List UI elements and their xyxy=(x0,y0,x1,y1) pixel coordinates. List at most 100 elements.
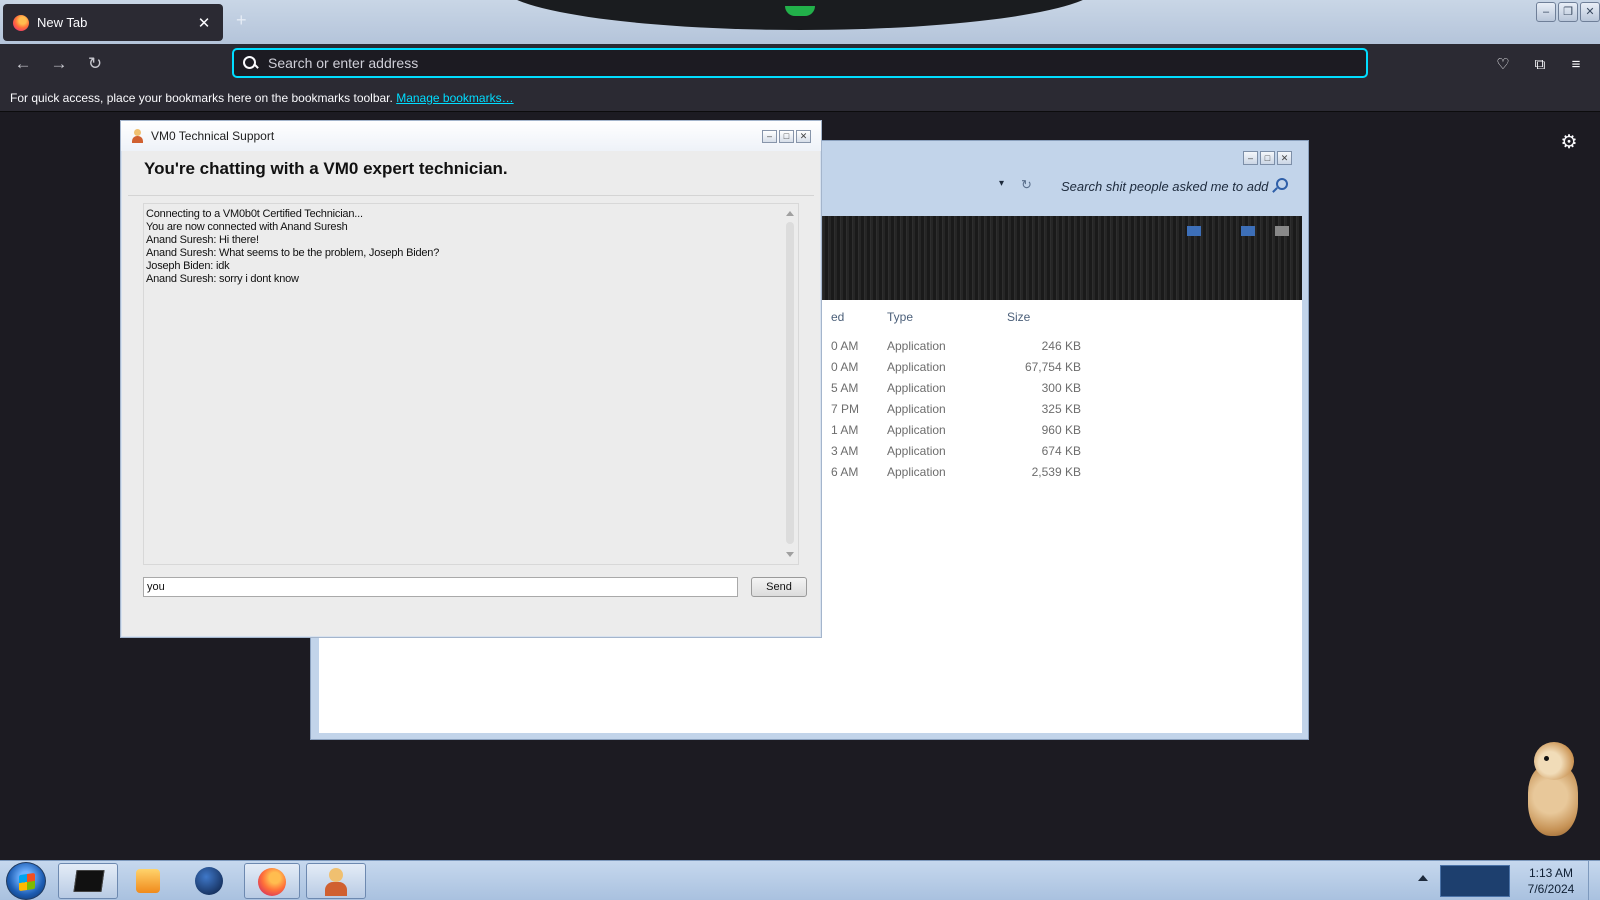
file-modified: 6 AM xyxy=(831,465,859,479)
file-size: 67,754 KB xyxy=(1024,360,1081,374)
file-modified: 1 AM xyxy=(831,423,859,437)
chat-message-input[interactable] xyxy=(143,577,738,597)
address-dropdown-icon[interactable]: ▾ xyxy=(999,178,1004,189)
explorer-search-placeholder: Search shit people asked me to add xyxy=(1061,179,1269,194)
tab-close-icon[interactable]: ✕ xyxy=(195,14,213,32)
column-type[interactable]: Type xyxy=(887,310,913,324)
chat-log[interactable]: Connecting to a VM0b0t Certified Technic… xyxy=(143,203,799,565)
chat-close-button[interactable]: ✕ xyxy=(796,130,811,143)
pocket-icon[interactable]: ♡ xyxy=(1492,54,1514,76)
explorer-close-button[interactable]: ✕ xyxy=(1277,151,1292,165)
scroll-down-arrow-icon[interactable] xyxy=(786,552,794,557)
forward-button[interactable]: → xyxy=(46,52,72,76)
chat-message: Anand Suresh: sorry i dont know xyxy=(146,273,299,285)
chat-scrollbar[interactable] xyxy=(782,204,798,564)
extensions-icon[interactable]: ⧉ xyxy=(1529,54,1551,76)
chat-heading: You're chatting with a VM0 expert techni… xyxy=(144,159,508,178)
explorer-search-box[interactable]: Search shit people asked me to add xyxy=(1053,174,1298,200)
file-type: Application xyxy=(887,444,946,458)
manage-bookmarks-link[interactable]: Manage bookmarks… xyxy=(396,91,513,105)
maximize-button[interactable]: ❐ xyxy=(1558,2,1578,22)
back-button[interactable]: ← xyxy=(10,52,36,76)
chat-message: Joseph Biden: idk xyxy=(146,260,230,272)
file-modified: 7 PM xyxy=(831,402,860,416)
taskbar-support-app-button[interactable] xyxy=(306,863,366,899)
bookmarks-hint-text: For quick access, place your bookmarks h… xyxy=(10,91,393,105)
file-modified: 5 AM xyxy=(831,381,859,395)
chat-window-title: VM0 Technical Support xyxy=(151,129,275,143)
file-modified: 3 AM xyxy=(831,444,859,458)
minimize-button[interactable]: – xyxy=(1536,2,1556,22)
start-button[interactable] xyxy=(6,862,46,900)
technician-app-icon xyxy=(131,129,143,143)
explorer-minimize-button[interactable]: – xyxy=(1243,151,1258,165)
system-tray-icons[interactable] xyxy=(1440,865,1510,897)
address-input[interactable] xyxy=(268,55,1366,71)
hamburger-menu-icon[interactable]: ≡ xyxy=(1565,54,1587,76)
preview-pane-icon[interactable] xyxy=(1241,226,1255,236)
windows-logo-icon xyxy=(19,872,35,892)
browser-window-controls: – ❐ ✕ xyxy=(1536,2,1600,22)
media-player-icon xyxy=(136,869,160,893)
column-date-modified[interactable]: ed xyxy=(831,310,844,324)
column-size[interactable]: Size xyxy=(1007,310,1030,324)
taskbar-globe-button[interactable] xyxy=(182,863,238,899)
file-size: 325 KB xyxy=(1041,402,1081,416)
file-type: Application xyxy=(887,465,946,479)
send-button[interactable]: Send xyxy=(751,577,807,597)
show-desktop-button[interactable] xyxy=(1588,861,1600,900)
clock-date: 7/6/2024 xyxy=(1527,882,1575,896)
support-agent-icon xyxy=(329,868,343,882)
new-tab-button[interactable]: + xyxy=(236,10,247,31)
close-button[interactable]: ✕ xyxy=(1580,2,1600,22)
file-type: Application xyxy=(887,423,946,437)
terminal-icon xyxy=(73,870,105,892)
scroll-up-arrow-icon[interactable] xyxy=(786,211,794,216)
file-size: 2,539 KB xyxy=(1031,465,1081,479)
clock-time: 1:13 AM xyxy=(1528,866,1574,880)
explorer-address-area: ▾ ↻ Search shit people asked me to add xyxy=(821,174,1301,200)
firefox-icon xyxy=(13,14,29,31)
taskbar-clock[interactable]: 1:13 AM 7/6/2024 xyxy=(1522,865,1580,897)
file-modified: 0 AM xyxy=(831,360,859,374)
taskbar-firefox-button[interactable] xyxy=(244,863,300,899)
hamster-desktop-pet[interactable] xyxy=(1522,742,1582,842)
chat-window-controls: – □ ✕ xyxy=(762,130,811,143)
view-options-icon[interactable] xyxy=(1187,226,1201,236)
file-modified: 0 AM xyxy=(831,339,859,353)
search-icon[interactable] xyxy=(1272,178,1288,192)
scroll-thumb[interactable] xyxy=(786,222,794,544)
chat-maximize-button[interactable]: □ xyxy=(779,130,794,143)
reload-button[interactable]: ↻ xyxy=(82,52,108,76)
taskbar-media-player-button[interactable] xyxy=(122,863,178,899)
explorer-window-controls: – □ ✕ xyxy=(1243,151,1292,165)
chat-message: Anand Suresh: What seems to be the probl… xyxy=(146,247,440,259)
explorer-maximize-button[interactable]: □ xyxy=(1260,151,1275,165)
tab-title: New Tab xyxy=(37,15,88,30)
hamster-eye xyxy=(1544,756,1549,761)
chat-minimize-button[interactable]: – xyxy=(762,130,777,143)
globe-icon xyxy=(195,867,223,895)
chat-message: You are now connected with Anand Suresh xyxy=(146,221,348,233)
chat-message: Connecting to a VM0b0t Certified Technic… xyxy=(146,208,363,220)
explorer-refresh-icon[interactable]: ↻ xyxy=(1021,177,1032,193)
browser-titlebar: New Tab ✕ + – ❐ ✕ xyxy=(0,0,1600,44)
chat-body: You're chatting with a VM0 expert techni… xyxy=(128,151,814,631)
navigation-toolbar: ← → ↻ ♡ ⧉ ≡ xyxy=(0,44,1600,84)
hamster-head xyxy=(1534,742,1574,780)
taskbar-terminal-button[interactable] xyxy=(58,863,118,899)
file-size: 300 KB xyxy=(1041,381,1081,395)
address-bar[interactable] xyxy=(232,48,1368,78)
file-type: Application xyxy=(887,339,946,353)
chat-titlebar[interactable]: VM0 Technical Support – □ ✕ xyxy=(121,121,821,151)
newtab-settings-gear-icon[interactable]: ⚙ xyxy=(1558,132,1580,154)
tech-support-chat-window: VM0 Technical Support – □ ✕ You're chatt… xyxy=(120,120,822,638)
firefox-icon xyxy=(258,868,286,896)
file-size: 246 KB xyxy=(1041,339,1081,353)
file-size: 674 KB xyxy=(1041,444,1081,458)
support-agent-body xyxy=(325,882,347,896)
help-icon[interactable] xyxy=(1275,226,1289,236)
file-type: Application xyxy=(887,402,946,416)
tab-new-tab[interactable]: New Tab ✕ xyxy=(3,4,223,41)
show-hidden-icons-arrow-icon[interactable] xyxy=(1418,875,1428,881)
